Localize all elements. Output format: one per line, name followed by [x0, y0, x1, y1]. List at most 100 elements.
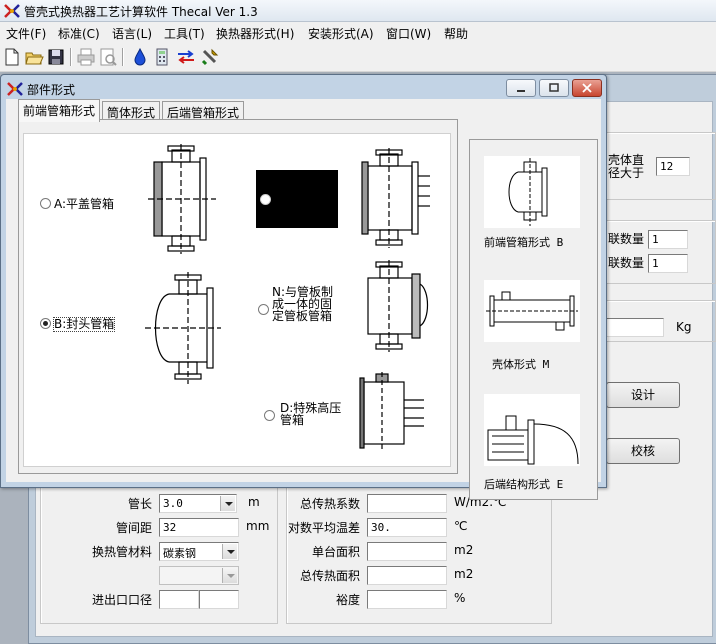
- menu-help[interactable]: 帮助: [444, 25, 468, 42]
- component-type-dialog: 部件形式 前端管箱形式 筒体形式 后端管箱形式 A:平盖管箱 B:封头管箱 N:…: [0, 74, 607, 500]
- calculator-icon[interactable]: [152, 47, 172, 67]
- new-icon[interactable]: [2, 47, 22, 67]
- tube-length-value: 3.0: [163, 497, 183, 510]
- exchange-arrows-icon[interactable]: [176, 47, 196, 67]
- htc-field[interactable]: [367, 494, 447, 513]
- option-a-label[interactable]: A:平盖管箱: [54, 198, 114, 211]
- rear-end-preview-drawing: [487, 415, 579, 465]
- tab-rear-header[interactable]: 后端管箱形式: [162, 101, 245, 121]
- chevron-down-icon[interactable]: [222, 544, 237, 559]
- tube-length-unit: m: [248, 495, 260, 509]
- lmtd-field[interactable]: 30.: [367, 518, 447, 537]
- tools-icon[interactable]: [200, 47, 220, 67]
- app-logo-icon: [4, 4, 20, 18]
- unit-area-field[interactable]: [367, 542, 447, 561]
- rear-preview-label: 后端结构形式 E: [484, 478, 564, 491]
- bonnet-channel-drawing: [145, 272, 221, 384]
- total-area-label: 总传热面积: [299, 569, 360, 583]
- menu-exchanger-type[interactable]: 换热器形式(H): [216, 25, 294, 42]
- rear-preview-image: [484, 394, 580, 466]
- toolbar-separator: [122, 48, 123, 66]
- save-icon[interactable]: [46, 47, 66, 67]
- water-drop-icon[interactable]: [130, 47, 150, 67]
- preview-panel: 前端管箱形式 B 壳体形式 M 后端结构形式 E: [469, 139, 598, 500]
- menu-install-type[interactable]: 安装形式(A): [308, 25, 374, 42]
- series-count-field-2[interactable]: 1: [648, 254, 688, 273]
- tube-pitch-label: 管间距: [115, 521, 152, 535]
- maximize-icon: [549, 83, 559, 92]
- menu-file[interactable]: 文件(F): [6, 25, 46, 42]
- htc-label: 总传热系数: [299, 497, 360, 511]
- toolbar-separator: [70, 48, 71, 66]
- tube-pitch-field[interactable]: 32: [159, 518, 239, 537]
- tab-front-header[interactable]: 前端管箱形式: [18, 99, 101, 122]
- shell-preview-label: 壳体形式 M: [492, 358, 550, 371]
- disabled-combo: [159, 566, 239, 585]
- radio-option-b[interactable]: [40, 318, 51, 329]
- inlet-diameter-field-2[interactable]: [199, 590, 239, 609]
- dialog-client: 前端管箱形式 筒体形式 后端管箱形式 A:平盖管箱 B:封头管箱 N:与管板制成…: [6, 99, 601, 500]
- tab-shell[interactable]: 筒体形式: [102, 101, 161, 121]
- radio-option-d[interactable]: [264, 410, 275, 421]
- lmtd-label: 对数平均温差: [287, 521, 360, 535]
- dialog-title: 部件形式: [27, 83, 76, 97]
- high-pressure-channel-drawing: [359, 372, 424, 452]
- shell-diameter-label: 壳体直径大于: [608, 153, 645, 180]
- radio-option-a[interactable]: [40, 198, 51, 209]
- tube-pitch-unit: mm: [246, 519, 270, 533]
- tube-length-combo[interactable]: 3.0: [159, 494, 237, 513]
- shell-preview-drawing: [486, 291, 578, 331]
- fixed-tubesheet-channel-drawing: [361, 148, 430, 248]
- option-n-label[interactable]: N:与管板制成一体的固定管板管箱: [272, 286, 336, 322]
- menu-language[interactable]: 语言(L): [112, 25, 152, 42]
- open-icon[interactable]: [24, 47, 44, 67]
- front-preview-label: 前端管箱形式 B: [484, 236, 564, 249]
- menu-bar: 文件(F) 标准(C) 语言(L) 工具(T) 换热器形式(H) 安装形式(A)…: [0, 22, 716, 42]
- margin-field[interactable]: [367, 590, 447, 609]
- tube-material-value: 碳素钢: [163, 547, 196, 560]
- menu-standard[interactable]: 标准(C): [58, 25, 100, 42]
- shell-preview-image: [484, 280, 580, 342]
- option-d-label[interactable]: D:特殊高压管箱: [280, 402, 344, 426]
- close-button[interactable]: [572, 79, 602, 97]
- series-count-label-1: 联数量: [608, 232, 645, 246]
- chevron-down-icon: [222, 568, 237, 583]
- chevron-down-icon[interactable]: [220, 496, 235, 511]
- close-icon: [582, 83, 592, 93]
- app-logo-icon: [7, 82, 23, 96]
- bonnet-preview-drawing: [508, 158, 548, 226]
- minimize-button[interactable]: [506, 79, 536, 97]
- options-area: A:平盖管箱 B:封头管箱 N:与管板制成一体的固定管板管箱 D:特殊高压管箱: [23, 133, 451, 467]
- design-button[interactable]: 设计: [606, 382, 680, 408]
- shell-diameter-field[interactable]: 12: [656, 157, 690, 176]
- unit-area-label: 单台面积: [311, 545, 360, 559]
- total-area-unit: m2: [454, 567, 474, 581]
- series-count-label-2: 联数量: [608, 256, 645, 270]
- total-area-field[interactable]: [367, 566, 447, 585]
- inlet-diameter-field-1[interactable]: [159, 590, 199, 609]
- lmtd-unit: ℃: [454, 519, 468, 533]
- inlet-diameter-label: 进出口口径: [91, 593, 152, 607]
- option-b-label[interactable]: B:封头管箱: [52, 317, 116, 332]
- margin-unit: %: [454, 591, 466, 605]
- maximize-button[interactable]: [539, 79, 569, 97]
- toolbar: [0, 42, 716, 72]
- tab-panel-front-header: A:平盖管箱 B:封头管箱 N:与管板制成一体的固定管板管箱 D:特殊高压管箱: [18, 119, 458, 474]
- minimize-icon: [517, 90, 525, 92]
- radio-option-hidden[interactable]: [260, 194, 271, 205]
- front-preview-image: [484, 156, 580, 228]
- weight-field[interactable]: [606, 318, 664, 337]
- tube-length-label: 管长: [127, 497, 152, 511]
- tube-material-label: 换热管材料: [91, 545, 152, 559]
- menu-tools[interactable]: 工具(T): [164, 25, 205, 42]
- app-title: 管壳式换热器工艺计算软件 Thecal Ver 1.3: [24, 5, 258, 19]
- unit-area-unit: m2: [454, 543, 474, 557]
- print-preview-icon[interactable]: [98, 47, 118, 67]
- weight-unit: Kg: [676, 320, 692, 334]
- series-count-field-1[interactable]: 1: [648, 230, 688, 249]
- check-button[interactable]: 校核: [606, 438, 680, 464]
- menu-window[interactable]: 窗口(W): [386, 25, 431, 42]
- radio-option-n[interactable]: [258, 304, 269, 315]
- tube-material-combo[interactable]: 碳素钢: [159, 542, 239, 561]
- print-icon[interactable]: [76, 47, 96, 67]
